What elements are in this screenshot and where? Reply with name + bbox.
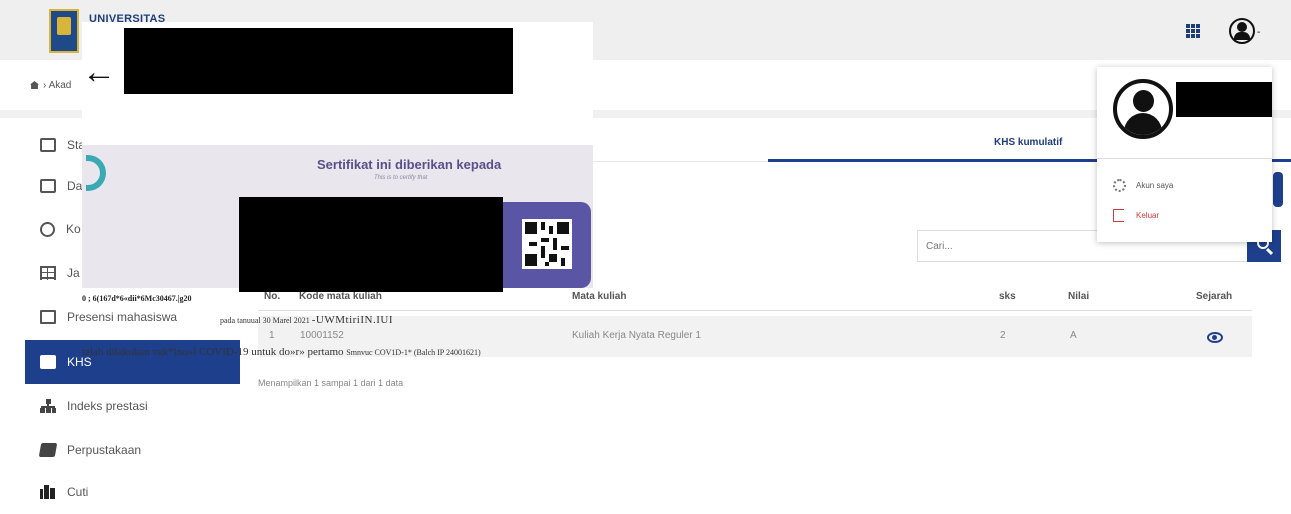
eye-icon[interactable]	[1207, 332, 1223, 343]
redacted-recipient-block	[239, 197, 503, 292]
user-menu-button[interactable]: -	[1229, 18, 1263, 44]
cell-nilai: A	[1070, 330, 1077, 341]
certificate-date-line: pada tanuual 30 Marel 2021 -UWMtiriIN.IU…	[220, 314, 393, 326]
certificate-code-line: 0 ; 6(167d*6«dii*6Mc30467.|g20	[82, 294, 192, 303]
sidebar-item-label: Indeks prestasi	[67, 399, 148, 413]
gear-icon	[1113, 179, 1126, 192]
certificate-place-text: -UWMtiriIN.IUI	[311, 314, 393, 326]
id-card-icon	[40, 179, 56, 193]
id-card-icon	[40, 355, 56, 369]
sidebar-item-perpustakaan[interactable]: Perpustakaan	[25, 428, 240, 472]
cell-no: 1	[269, 330, 275, 341]
globe-icon	[40, 221, 55, 237]
column-header-mata-kuliah[interactable]: Mata kuliah	[572, 291, 626, 302]
table-info: Menampilkan 1 sampai 1 dari 1 data	[258, 378, 404, 388]
redacted-username	[1176, 82, 1272, 117]
edit-icon	[40, 310, 56, 324]
back-arrow-icon[interactable]: ←	[82, 52, 116, 92]
table-icon	[40, 266, 56, 280]
column-header-kode[interactable]: Kode mata kuliah	[299, 291, 382, 302]
qr-code-icon	[522, 219, 572, 269]
sitemap-icon	[40, 399, 56, 413]
sidebar-item-label: Da	[67, 179, 83, 193]
home-icon[interactable]	[30, 81, 39, 89]
avatar	[1113, 79, 1173, 139]
cell-kode: 10001152	[300, 330, 344, 341]
breadcrumb-item[interactable]: Akad	[49, 80, 72, 91]
logout-icon	[1113, 209, 1124, 222]
caret-icon: -	[1257, 27, 1261, 38]
pause-icon	[40, 485, 56, 499]
sidebar-item-indeks-prestasi[interactable]: Indeks prestasi	[25, 384, 240, 428]
certificate-subtitle: This is to certify that	[374, 175, 428, 181]
app-root: UNIVERSITAS - › Akad Sta Da Ko Ja Presen…	[0, 0, 1291, 514]
logout-menu-item[interactable]: Keluar	[1113, 209, 1159, 222]
tab-divider	[590, 161, 768, 162]
table-header-divider	[258, 310, 1252, 311]
account-menu-item[interactable]: Akun saya	[1113, 179, 1173, 192]
sidebar-item-label: Ko	[66, 222, 81, 236]
account-label: Akun saya	[1136, 181, 1174, 190]
university-logo[interactable]	[49, 9, 79, 53]
certificate-title: Sertifikat ini diberikan kepada	[317, 157, 502, 172]
cell-sks: 2	[1000, 330, 1006, 341]
column-header-no[interactable]: No.	[264, 291, 280, 302]
redacted-name-block	[124, 28, 513, 94]
sidebar-item-label: Ja	[67, 266, 80, 280]
certificate-date-text: pada tanuual 30 Marel 2021	[220, 316, 312, 325]
certificate-batch-text: Smnvuc COV1D-1* (Balch IP 24001621)	[346, 348, 481, 357]
dashboard-icon	[40, 138, 56, 152]
certificate-vaccine-line: telah dilakukan vak*ino»l COVID-19 untuk…	[82, 346, 481, 358]
action-button[interactable]	[1273, 172, 1283, 207]
cell-mata-kuliah: Kuliah Kerja Nyata Reguler 1	[572, 330, 701, 341]
book-icon	[38, 443, 58, 457]
column-header-sejarah[interactable]: Sejarah	[1196, 291, 1232, 302]
logout-label: Keluar	[1136, 211, 1160, 220]
sidebar-item-label: Presensi mahasiswa	[67, 310, 178, 324]
column-header-sks[interactable]: sks	[999, 291, 1016, 302]
apps-grid-icon[interactable]	[1186, 24, 1200, 38]
user-dropdown-menu: Akun saya Keluar	[1097, 67, 1272, 242]
breadcrumb: › Akad	[30, 80, 71, 91]
certificate-vaccine-text: telah dilakukan vak*ino»l COVID-19 untuk…	[82, 346, 347, 358]
dropdown-divider	[1097, 158, 1272, 159]
sidebar-item-label: Perpustakaan	[67, 443, 142, 457]
tab-khs-kumulatif[interactable]: KHS kumulatif	[994, 137, 1062, 148]
column-header-nilai[interactable]: Nilai	[1068, 291, 1089, 302]
sidebar-item-cuti[interactable]: Cuti	[25, 470, 240, 514]
sidebar-item-label: Cuti	[67, 485, 89, 499]
